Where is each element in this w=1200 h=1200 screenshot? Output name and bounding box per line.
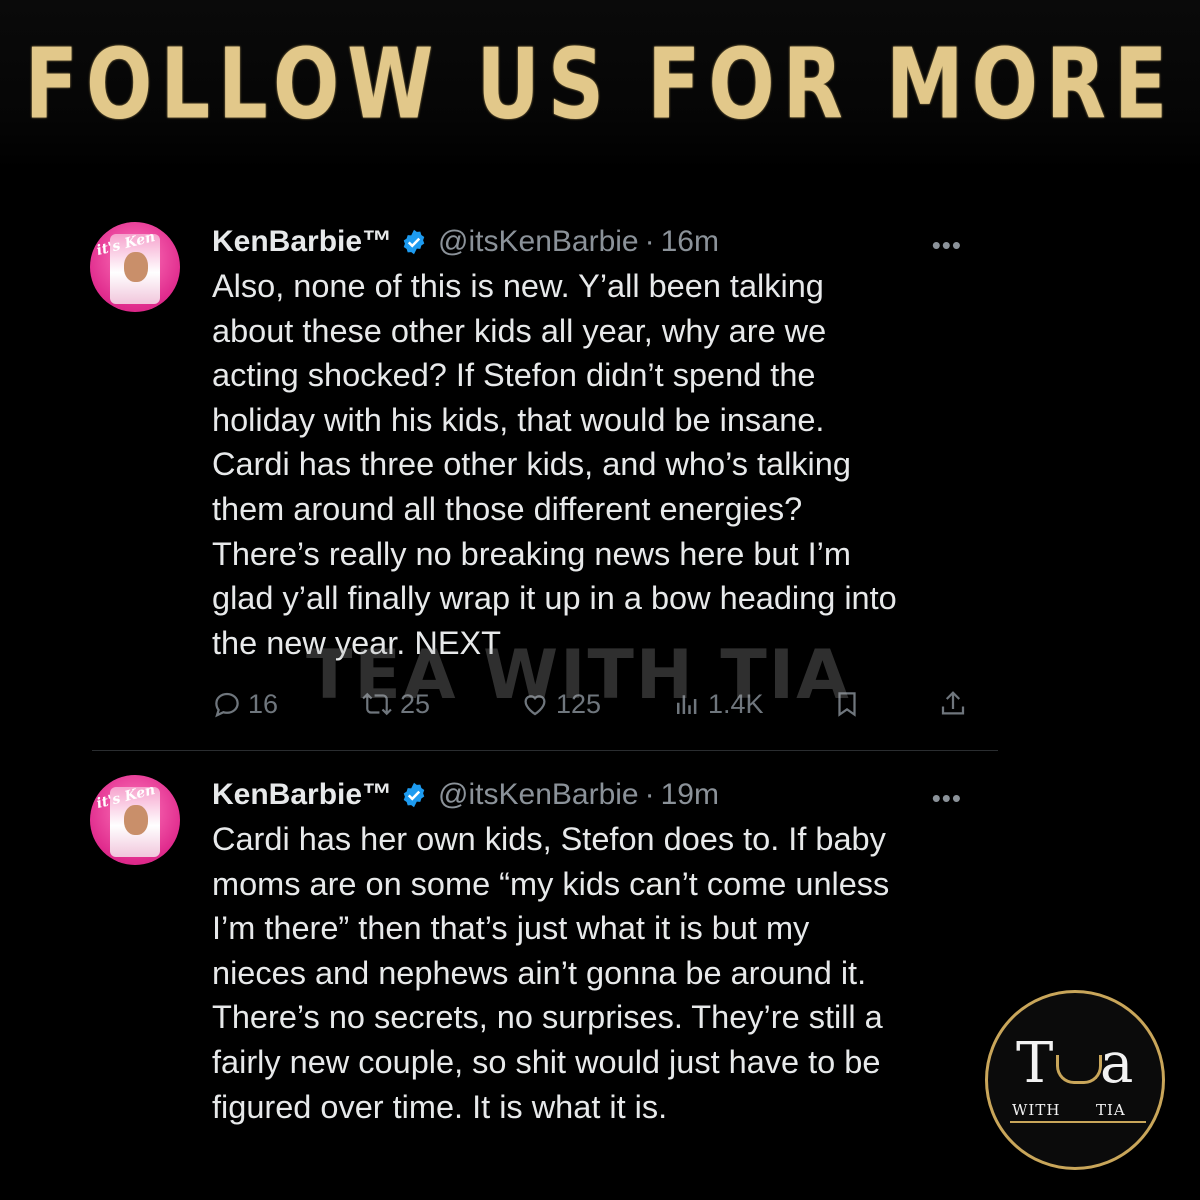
handle[interactable]: @itsKenBarbie bbox=[438, 778, 639, 812]
teapot-icon bbox=[1056, 1055, 1102, 1084]
tweet-text: Also, none of this is new. Y’all been ta… bbox=[212, 268, 897, 661]
avatar[interactable]: it's Ken bbox=[90, 222, 180, 312]
reply-icon bbox=[212, 689, 242, 719]
separator-dot: · bbox=[644, 225, 655, 258]
more-icon[interactable]: ••• bbox=[932, 230, 962, 261]
watermark: TEA WITH TIA bbox=[306, 636, 851, 715]
display-name[interactable]: KenBarbie™ bbox=[212, 225, 392, 259]
timestamp[interactable]: 16m bbox=[661, 225, 719, 259]
verified-badge-icon bbox=[400, 781, 428, 809]
logo-underline bbox=[1010, 1121, 1146, 1123]
tweet-divider bbox=[92, 750, 998, 751]
logo-letter-t: T bbox=[1016, 1031, 1054, 1096]
tea-with-tia-logo: T a WITH TIA bbox=[985, 990, 1165, 1170]
logo-letter-a: a bbox=[1100, 1031, 1134, 1096]
verified-badge-icon bbox=[400, 228, 428, 256]
share-icon bbox=[938, 689, 968, 719]
tweet-text: Cardi has her own kids, Stefon does to. … bbox=[212, 821, 890, 1125]
follow-banner: FOLLOW US FOR MORE bbox=[0, 0, 1200, 170]
reply-button[interactable]: 16 bbox=[212, 689, 278, 720]
separator-dot: · bbox=[644, 778, 655, 811]
tweet-header: KenBarbie™ @itsKenBarbie · 19m bbox=[212, 775, 992, 815]
logo-with: WITH bbox=[1012, 1101, 1061, 1119]
timestamp[interactable]: 19m bbox=[661, 778, 719, 812]
reply-count: 16 bbox=[248, 688, 279, 719]
more-icon[interactable]: ••• bbox=[932, 783, 962, 814]
avatar[interactable]: it's Ken bbox=[90, 775, 180, 865]
banner-text: FOLLOW US FOR MORE bbox=[24, 28, 1176, 142]
display-name[interactable]: KenBarbie™ bbox=[212, 778, 392, 812]
share-button[interactable] bbox=[938, 689, 968, 719]
logo-tia: TIA bbox=[1096, 1101, 1126, 1119]
handle[interactable]: @itsKenBarbie bbox=[438, 225, 639, 259]
tweet-header: KenBarbie™ @itsKenBarbie · 16m bbox=[212, 222, 992, 262]
